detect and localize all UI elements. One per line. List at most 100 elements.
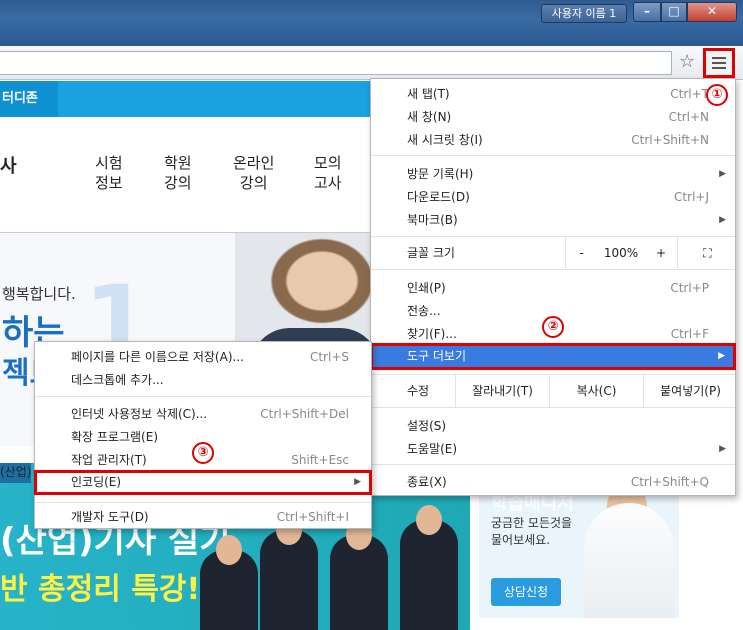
menu-item-label: 북마크(B) [407, 213, 458, 227]
minimize-button[interactable]: – [633, 2, 661, 22]
menu-item-label: 개발자 도구(D) [71, 510, 149, 524]
nav-label: 모의 [314, 154, 342, 172]
menu-item-clear-browsing-data[interactable]: 인터넷 사용정보 삭제(C)... Ctrl+Shift+Del [35, 403, 371, 425]
menu-item-more-tools[interactable]: 도구 더보기 ▶ [370, 343, 736, 370]
menu-item-label: 인코딩(E) [71, 475, 122, 489]
menu-item-bookmarks[interactable]: 북마크(B) ▶ [371, 209, 735, 231]
menu-item-print[interactable]: 인쇄(P) Ctrl+P [371, 277, 735, 299]
consult-button[interactable]: 상담신청 [491, 578, 561, 606]
menu-item-shortcut: Ctrl+Shift+I [276, 510, 349, 524]
nav-label: 고사 [314, 174, 342, 192]
copy-button[interactable]: 복사(C) [549, 375, 643, 407]
zoom-out-button[interactable]: - [565, 237, 597, 269]
submenu-arrow-icon: ▶ [719, 215, 726, 225]
zoom-label: 글꼴 크기 [407, 246, 455, 260]
submenu-arrow-icon: ▶ [719, 169, 726, 179]
nav-item-online[interactable]: 온라인 강의 [233, 153, 274, 193]
maximize-button[interactable]: □ [661, 2, 687, 22]
menu-item-settings[interactable]: 설정(S) [371, 415, 735, 437]
menu-item-label: 설정(S) [407, 419, 447, 433]
menu-separator [371, 464, 735, 465]
menu-separator [35, 396, 371, 397]
profile-button[interactable]: 사용자 이름 1 [541, 4, 627, 23]
window-controls: – □ ✕ [633, 2, 739, 22]
menu-item-shortcut: Ctrl+T [670, 87, 709, 101]
menu-item-shortcut: Ctrl+N [668, 110, 709, 124]
menu-item-encoding[interactable]: 인코딩(E) ▶ [34, 470, 372, 495]
callout-2: ② [542, 316, 564, 338]
nav-label: 시험 [95, 154, 123, 172]
nav-label: 학원 [164, 154, 192, 172]
site-logo-fragment: 사 [0, 156, 17, 177]
zoom-in-button[interactable]: + [645, 237, 677, 269]
fullscreen-icon[interactable]: ⛶ [677, 237, 737, 269]
menu-item-label: 도움말(E) [407, 442, 458, 456]
menu-item-shortcut: Shift+Esc [291, 453, 349, 467]
menu-item-shortcut: Ctrl+Shift+Del [260, 407, 349, 421]
menu-item-shortcut: Ctrl+Shift+Q [630, 475, 709, 489]
menu-item-downloads[interactable]: 다운로드(D) Ctrl+J [371, 186, 735, 208]
menu-item-label: 새 창(N) [407, 110, 452, 124]
side-card-text: 궁금한 모든것을 물어보세요. [491, 516, 573, 547]
menu-item-new-tab[interactable]: 새 탭(T) Ctrl+T [371, 83, 735, 105]
menu-item-label: 찾기(F)... [407, 327, 457, 341]
chrome-menu-button[interactable] [703, 48, 735, 78]
title-bar [0, 0, 743, 46]
paste-button[interactable]: 붙여넣기(P) [643, 375, 737, 407]
menu-item-shortcut: Ctrl+Shift+N [631, 133, 709, 147]
menu-item-shortcut: Ctrl+F [670, 327, 709, 341]
site-top-bar: 터디존 [0, 81, 380, 117]
menu-separator [35, 502, 371, 503]
menu-item-incognito[interactable]: 새 시크릿 창(I) Ctrl+Shift+N [371, 129, 735, 151]
nav-item-mock-exam[interactable]: 모의고사 [314, 153, 342, 193]
menu-item-exit[interactable]: 종료(X) Ctrl+Shift+Q [371, 471, 735, 493]
menu-separator [371, 407, 735, 408]
site-tab[interactable]: 터디존 [0, 81, 58, 117]
menu-item-save-page-as[interactable]: 페이지를 다른 이름으로 저장(A)... Ctrl+S [35, 346, 371, 368]
menu-item-history[interactable]: 방문 기록(H) ▶ [371, 163, 735, 185]
nav-label: 강의 [239, 174, 268, 192]
menu-item-shortcut: Ctrl+S [309, 350, 349, 364]
star-icon[interactable]: ☆ [679, 52, 695, 72]
nav-item-academy[interactable]: 학원강의 [164, 153, 192, 193]
address-bar[interactable] [0, 51, 672, 75]
callout-1: ① [706, 84, 728, 106]
chrome-main-menu: 새 탭(T) Ctrl+T 새 창(N) Ctrl+N 새 시크릿 창(I) Ctrl… [370, 78, 736, 496]
hamburger-menu-icon [712, 57, 726, 72]
menu-item-label: 새 탭(T) [407, 87, 450, 101]
menu-item-label: 다운로드(D) [407, 190, 470, 204]
edit-row: 수정 잘라내기(T) 복사(C) 붙여넣기(P) [371, 375, 735, 407]
browser-toolbar [0, 46, 743, 80]
zoom-level: 100% [603, 246, 639, 260]
promo-line-2: 반 총정리 특강! [0, 572, 201, 607]
hero-line-1: 행복합니다. [2, 285, 76, 303]
menu-item-label: 전송... [407, 304, 441, 318]
menu-item-add-to-desktop[interactable]: 데스크톱에 추가... [35, 369, 371, 391]
more-tools-submenu: 페이지를 다른 이름으로 저장(A)... Ctrl+S 데스크톱에 추가... … [34, 341, 372, 529]
menu-item-shortcut: Ctrl+J [674, 190, 709, 204]
menu-item-label: 종료(X) [407, 475, 447, 489]
menu-item-label: 인터넷 사용정보 삭제(C)... [71, 407, 208, 421]
menu-item-label: 작업 관리자(T) [71, 453, 147, 467]
menu-item-label: 데스크톱에 추가... [71, 373, 164, 387]
callout-3: ③ [192, 442, 214, 464]
close-button[interactable]: ✕ [687, 2, 737, 22]
menu-item-label: 페이지를 다른 이름으로 저장(A)... [71, 350, 244, 364]
menu-item-new-window[interactable]: 새 창(N) Ctrl+N [371, 106, 735, 128]
edit-label: 수정 [407, 384, 430, 398]
submenu-arrow-icon: ▶ [354, 477, 361, 487]
cut-button[interactable]: 잘라내기(T) [455, 375, 549, 407]
menu-item-help[interactable]: 도움말(E) ▶ [371, 438, 735, 460]
menu-item-developer-tools[interactable]: 개발자 도구(D) Ctrl+Shift+I [35, 506, 371, 528]
menu-item-shortcut: Ctrl+P [670, 281, 709, 295]
nav-item-exam-info[interactable]: 시험정보 [95, 153, 123, 193]
submenu-arrow-icon: ▶ [719, 444, 726, 454]
menu-item-label: 도구 더보기 [407, 349, 467, 363]
zoom-row: 글꼴 크기 - 100% + ⛶ [371, 237, 735, 269]
nav-label: 정보 [95, 174, 123, 192]
nav-label: 강의 [164, 174, 192, 192]
menu-separator [371, 269, 735, 270]
menu-item-label: 방문 기록(H) [407, 167, 474, 181]
submenu-arrow-icon: ▶ [718, 351, 725, 361]
menu-item-label: 새 시크릿 창(I) [407, 133, 483, 147]
